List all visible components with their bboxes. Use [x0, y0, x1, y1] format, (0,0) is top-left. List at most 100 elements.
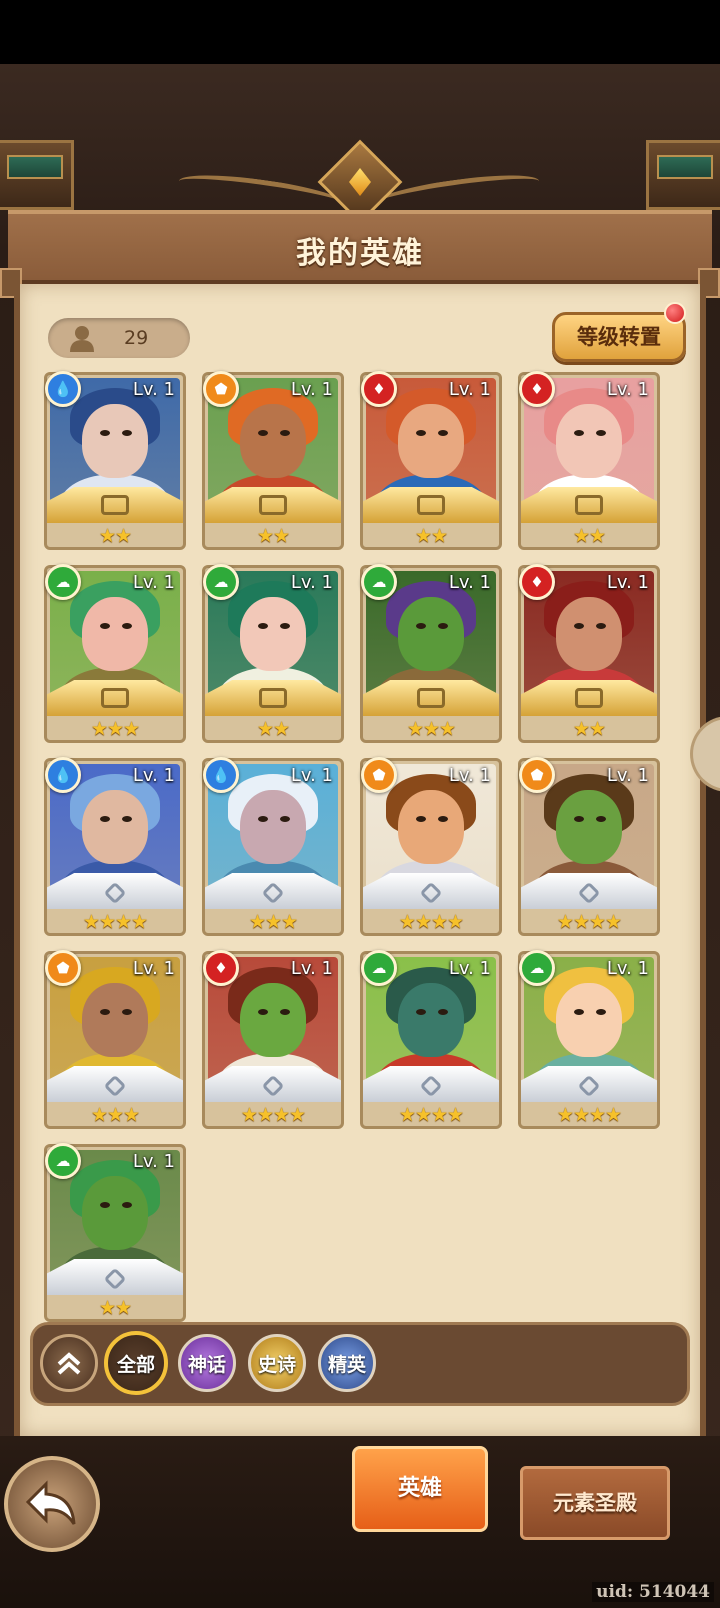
hero-level: Lv. 1 [448, 379, 491, 400]
hero-card[interactable]: Lv. 1 ♦ ★★ [360, 371, 502, 550]
hero-card[interactable]: Lv. 1 ♦ ★★ [518, 371, 660, 550]
hero-card[interactable]: Lv. 1 ♦ ★★ [518, 564, 660, 743]
portrait-eye [416, 1009, 426, 1015]
wind-element-icon: ☁ [203, 564, 239, 600]
hero-level: Lv. 1 [132, 1151, 175, 1172]
star-rating: ★★★ [90, 718, 140, 740]
notification-dot-icon [664, 302, 686, 324]
hero-level: Lv. 1 [132, 379, 175, 400]
star-rating: ★★★ [406, 718, 456, 740]
portrait-eye [258, 430, 268, 436]
portrait-eye [122, 816, 132, 822]
hero-card[interactable]: Lv. 1 ♦ ★★★★ [202, 950, 344, 1129]
portrait-eye [100, 816, 110, 822]
star-rating: ★★★★ [398, 1104, 464, 1126]
portrait-eye [280, 816, 290, 822]
hero-level: Lv. 1 [606, 765, 649, 786]
star-rating: ★★★ [248, 911, 298, 933]
hero-level: Lv. 1 [606, 572, 649, 593]
uid-label: uid: 514044 [592, 1582, 714, 1602]
portrait-eye [574, 623, 584, 629]
portrait-eye [258, 623, 268, 629]
water-element-icon: 💧 [203, 757, 239, 793]
portrait-eye [122, 1009, 132, 1015]
portrait-face [398, 404, 464, 478]
page-title: 我的英雄 [296, 236, 424, 271]
water-element-icon: 💧 [45, 371, 81, 407]
rarity-emblem-icon [417, 688, 445, 708]
hero-card[interactable]: Lv. 1 ⬟ ★★★ [44, 950, 186, 1129]
portrait-eye [596, 1009, 606, 1015]
water-element-icon: 💧 [45, 757, 81, 793]
hero-card[interactable]: Lv. 1 ☁ ★★★ [44, 564, 186, 743]
filter-epic-button[interactable]: 史诗 [248, 1334, 306, 1392]
star-rating: ★★★★ [556, 1104, 622, 1126]
portrait-face [82, 983, 148, 1057]
hero-card[interactable]: Lv. 1 💧 ★★★ [202, 757, 344, 936]
rarity-emblem-icon [259, 688, 287, 708]
hero-card[interactable]: Lv. 1 ☁ ★★ [44, 1143, 186, 1322]
hero-level: Lv. 1 [132, 572, 175, 593]
portrait-face [82, 790, 148, 864]
left-pillar-ornament [0, 140, 74, 210]
portrait-face [556, 983, 622, 1057]
tab-hero[interactable]: 英雄 [352, 1446, 488, 1532]
portrait-face [240, 404, 306, 478]
collapse-button[interactable] [40, 1334, 98, 1392]
star-rating: ★★ [98, 1297, 132, 1319]
hero-card[interactable]: Lv. 1 ☁ ★★★★ [360, 950, 502, 1129]
star-rating: ★★ [256, 718, 290, 740]
fire-element-icon: ♦ [203, 950, 239, 986]
hero-level: Lv. 1 [290, 765, 333, 786]
tab-element-temple[interactable]: 元素圣殿 [520, 1466, 670, 1540]
filter-elite-button[interactable]: 精英 [318, 1334, 376, 1392]
portrait-eye [122, 430, 132, 436]
star-rating: ★★ [98, 525, 132, 547]
portrait-eye [438, 816, 448, 822]
portrait-eye [100, 1009, 110, 1015]
hero-count-value: 29 [124, 327, 149, 349]
hero-level: Lv. 1 [448, 572, 491, 593]
portrait-eye [574, 430, 584, 436]
panel-header: 我的英雄 [8, 210, 712, 284]
hero-card[interactable]: Lv. 1 ☁ ★★ [202, 564, 344, 743]
portrait-eye [574, 1009, 584, 1015]
hero-card[interactable]: Lv. 1 ☁ ★★★★ [518, 950, 660, 1129]
filter-all-button[interactable]: 全部 [104, 1331, 168, 1395]
hero-card[interactable]: Lv. 1 ⬟ ★★★★ [360, 757, 502, 936]
wind-element-icon: ☁ [361, 564, 397, 600]
earth-element-icon: ⬟ [203, 371, 239, 407]
rarity-emblem-icon [575, 688, 603, 708]
portrait-eye [280, 623, 290, 629]
right-pillar-ornament [646, 140, 720, 210]
portrait-eye [100, 623, 110, 629]
hero-card[interactable]: Lv. 1 ⬟ ★★★★ [518, 757, 660, 936]
rarity-emblem-icon [259, 495, 287, 515]
hero-card[interactable]: Lv. 1 💧 ★★ [44, 371, 186, 550]
filter-myth-button[interactable]: 神话 [178, 1334, 236, 1392]
hero-level: Lv. 1 [448, 765, 491, 786]
portrait-face [240, 790, 306, 864]
hero-level: Lv. 1 [290, 958, 333, 979]
rarity-emblem-icon [417, 495, 445, 515]
portrait-eye [596, 623, 606, 629]
wind-element-icon: ☁ [519, 950, 555, 986]
hero-level: Lv. 1 [290, 572, 333, 593]
star-rating: ★★★★ [556, 911, 622, 933]
star-rating: ★★★★ [82, 911, 148, 933]
star-rating: ★★ [572, 525, 606, 547]
portrait-eye [574, 816, 584, 822]
portrait-face [556, 404, 622, 478]
portrait-eye [438, 1009, 448, 1015]
hero-card[interactable]: Lv. 1 ☁ ★★★ [360, 564, 502, 743]
fire-element-icon: ♦ [519, 371, 555, 407]
portrait-eye [258, 816, 268, 822]
hero-card[interactable]: Lv. 1 ⬟ ★★ [202, 371, 344, 550]
hero-level: Lv. 1 [132, 958, 175, 979]
hero-card[interactable]: Lv. 1 💧 ★★★★ [44, 757, 186, 936]
hero-count-pill: 29 [48, 318, 190, 358]
earth-element-icon: ⬟ [45, 950, 81, 986]
portrait-eye [596, 430, 606, 436]
portrait-eye [122, 1202, 132, 1208]
back-button[interactable] [4, 1456, 100, 1552]
